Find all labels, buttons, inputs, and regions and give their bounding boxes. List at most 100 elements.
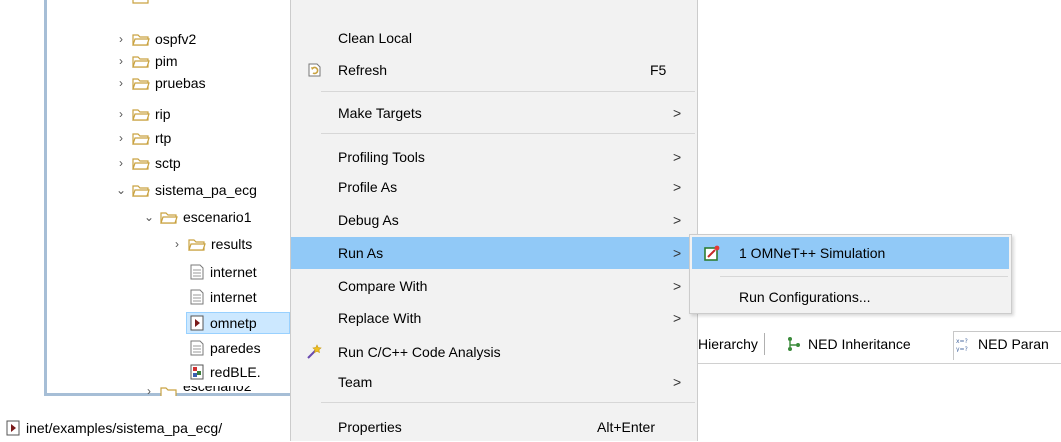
tree-item-label: internet bbox=[210, 264, 257, 280]
menu-item-label: Clean Local bbox=[338, 30, 412, 46]
menu-item-make-targets[interactable]: Make Targets > bbox=[291, 98, 697, 128]
menu-item-team[interactable]: Team > bbox=[291, 367, 697, 397]
submenu-arrow-icon: > bbox=[673, 179, 682, 195]
view-tab-bar: Hierarchy NED Inheritance x=? y=? NED Par… bbox=[698, 325, 1061, 364]
omnet-simulation-icon bbox=[703, 244, 721, 262]
submenu-arrow-icon: > bbox=[673, 105, 682, 121]
chevron-right-icon[interactable]: › bbox=[142, 386, 156, 396]
menu-item-accelerator: F5 bbox=[650, 62, 667, 78]
svg-text:y=?: y=? bbox=[956, 346, 968, 352]
tab-bar-underline bbox=[698, 363, 1061, 364]
menu-item-compare-with[interactable]: Compare With > bbox=[291, 271, 697, 301]
tree-item-sctp[interactable]: › sctp bbox=[114, 152, 181, 174]
context-menu: Clean Local Refresh F5 Make Targets > Pr… bbox=[290, 0, 698, 441]
tree-item-pim[interactable]: › pim bbox=[114, 50, 178, 72]
folder-open-icon bbox=[132, 184, 150, 197]
menu-item-replace-with[interactable]: Replace With > bbox=[291, 303, 697, 333]
tree-item-internet-1[interactable]: internet bbox=[190, 261, 257, 283]
tree-item-redble-ned[interactable]: redBLE. bbox=[190, 361, 261, 383]
tab-label: Hierarchy bbox=[698, 336, 758, 352]
svg-text:x=?: x=? bbox=[956, 338, 968, 345]
folder-icon bbox=[132, 0, 150, 4]
menu-separator bbox=[321, 402, 695, 403]
chevron-right-icon[interactable]: › bbox=[170, 233, 184, 255]
menu-item-refresh[interactable]: Refresh F5 bbox=[291, 55, 697, 85]
menu-item-accelerator: Alt+Enter bbox=[597, 419, 655, 435]
status-path: inet/examples/sistema_pa_ecg/ bbox=[26, 419, 223, 436]
submenu-arrow-icon: > bbox=[673, 310, 682, 326]
tree-item-label: rtp bbox=[155, 130, 172, 146]
tab-ned-parameters[interactable]: x=? y=? NED Paran bbox=[956, 327, 1049, 361]
chevron-right-icon[interactable]: › bbox=[114, 103, 128, 125]
submenu-item-label: Run Configurations... bbox=[739, 289, 871, 305]
chevron-right-icon[interactable]: › bbox=[114, 50, 128, 72]
submenu-arrow-icon: > bbox=[673, 278, 682, 294]
folder-icon bbox=[132, 33, 150, 46]
folder-icon bbox=[132, 77, 150, 90]
tree-item-escenario1[interactable]: ⌄ escenario1 bbox=[142, 206, 252, 228]
chevron-right-icon[interactable]: › bbox=[114, 28, 128, 50]
menu-item-label: Replace With bbox=[338, 310, 422, 326]
menu-item-run-code-analysis[interactable]: Run C/C++ Code Analysis bbox=[291, 337, 697, 367]
menu-separator bbox=[321, 91, 695, 92]
tree-item-internet-2[interactable]: internet bbox=[190, 286, 257, 308]
run-as-submenu: 1 OMNeT++ Simulation Run Configurations.… bbox=[689, 234, 1012, 314]
tab-label: NED Paran bbox=[978, 336, 1049, 352]
ned-file-icon bbox=[190, 364, 204, 380]
ini-file-icon bbox=[6, 420, 20, 436]
tree-item-ospfv2[interactable]: › ospfv2 bbox=[114, 28, 196, 50]
tree-item-label: sistema_pa_ecg bbox=[155, 182, 257, 198]
chevron-down-icon[interactable]: ⌄ bbox=[114, 179, 128, 201]
tree-item-label: omnetp bbox=[210, 315, 257, 331]
chevron-right-icon[interactable]: › bbox=[114, 72, 128, 94]
tree-item-paredes[interactable]: paredes bbox=[190, 337, 261, 359]
tree-item-results[interactable]: › results bbox=[170, 233, 252, 255]
menu-item-run-as[interactable]: Run As > bbox=[291, 237, 697, 269]
ned-parameters-icon: x=? y=? bbox=[956, 336, 972, 353]
folder-icon bbox=[132, 55, 150, 68]
explorer-border-left bbox=[44, 0, 47, 396]
tree-item-sistema-pa-ecg[interactable]: ⌄ sistema_pa_ecg bbox=[114, 179, 257, 201]
menu-item-debug-as[interactable]: Debug As > bbox=[291, 205, 697, 235]
menu-item-label: Profiling Tools bbox=[338, 149, 425, 165]
chevron-right-icon[interactable]: › bbox=[114, 152, 128, 174]
tree-item-label: redBLE. bbox=[210, 364, 261, 380]
folder-open-icon bbox=[160, 211, 178, 224]
submenu-item-label: 1 OMNeT++ Simulation bbox=[739, 245, 886, 261]
folder-icon bbox=[132, 132, 150, 145]
submenu-item-run-configurations[interactable]: Run Configurations... bbox=[692, 281, 1009, 313]
menu-item-profile-as[interactable]: Profile As > bbox=[291, 172, 697, 202]
menu-item-profiling-tools[interactable]: Profiling Tools > bbox=[291, 142, 697, 172]
menu-item-label: Debug As bbox=[338, 212, 399, 228]
menu-separator bbox=[321, 133, 695, 134]
menu-item-label: Team bbox=[338, 374, 373, 390]
project-explorer: › › ospfv2 › pim › pruebas › rip › rtp ›… bbox=[0, 0, 290, 400]
refresh-icon bbox=[305, 61, 323, 79]
menu-item-properties[interactable]: Properties Alt+Enter bbox=[291, 412, 697, 442]
submenu-arrow-icon: > bbox=[673, 149, 682, 165]
tab-label: NED Inheritance bbox=[808, 336, 911, 352]
tree-item-omnetpp-ini[interactable]: omnetp bbox=[190, 312, 257, 334]
submenu-arrow-icon: > bbox=[673, 212, 682, 228]
chevron-right-icon[interactable]: › bbox=[114, 127, 128, 149]
submenu-arrow-icon: > bbox=[673, 245, 682, 261]
menu-item-label: Run As bbox=[338, 245, 384, 261]
menu-item-clean-local[interactable]: Clean Local bbox=[291, 23, 697, 53]
code-analysis-icon bbox=[305, 343, 323, 361]
tree-item-label: rip bbox=[155, 106, 171, 122]
tab-hierarchy[interactable]: Hierarchy bbox=[698, 327, 771, 361]
tree-item-rtp[interactable]: › rtp bbox=[114, 127, 171, 149]
tree-item-escenario2[interactable]: › escenario2 bbox=[142, 386, 252, 396]
tree-item-pruebas[interactable]: › pruebas bbox=[114, 72, 206, 94]
tab-ned-inheritance[interactable]: NED Inheritance bbox=[786, 327, 911, 361]
chevron-right-icon: › bbox=[114, 0, 128, 8]
submenu-arrow-icon: > bbox=[673, 374, 682, 390]
menu-separator bbox=[720, 276, 1008, 277]
menu-item-label: Profile As bbox=[338, 179, 398, 195]
text-file-icon bbox=[190, 340, 204, 356]
chevron-down-icon[interactable]: ⌄ bbox=[142, 206, 156, 228]
submenu-item-omnet-simulation[interactable]: 1 OMNeT++ Simulation bbox=[692, 237, 1009, 269]
tree-item-rip[interactable]: › rip bbox=[114, 103, 171, 125]
tree-item-label: results bbox=[211, 236, 253, 252]
ini-file-icon bbox=[190, 315, 204, 331]
